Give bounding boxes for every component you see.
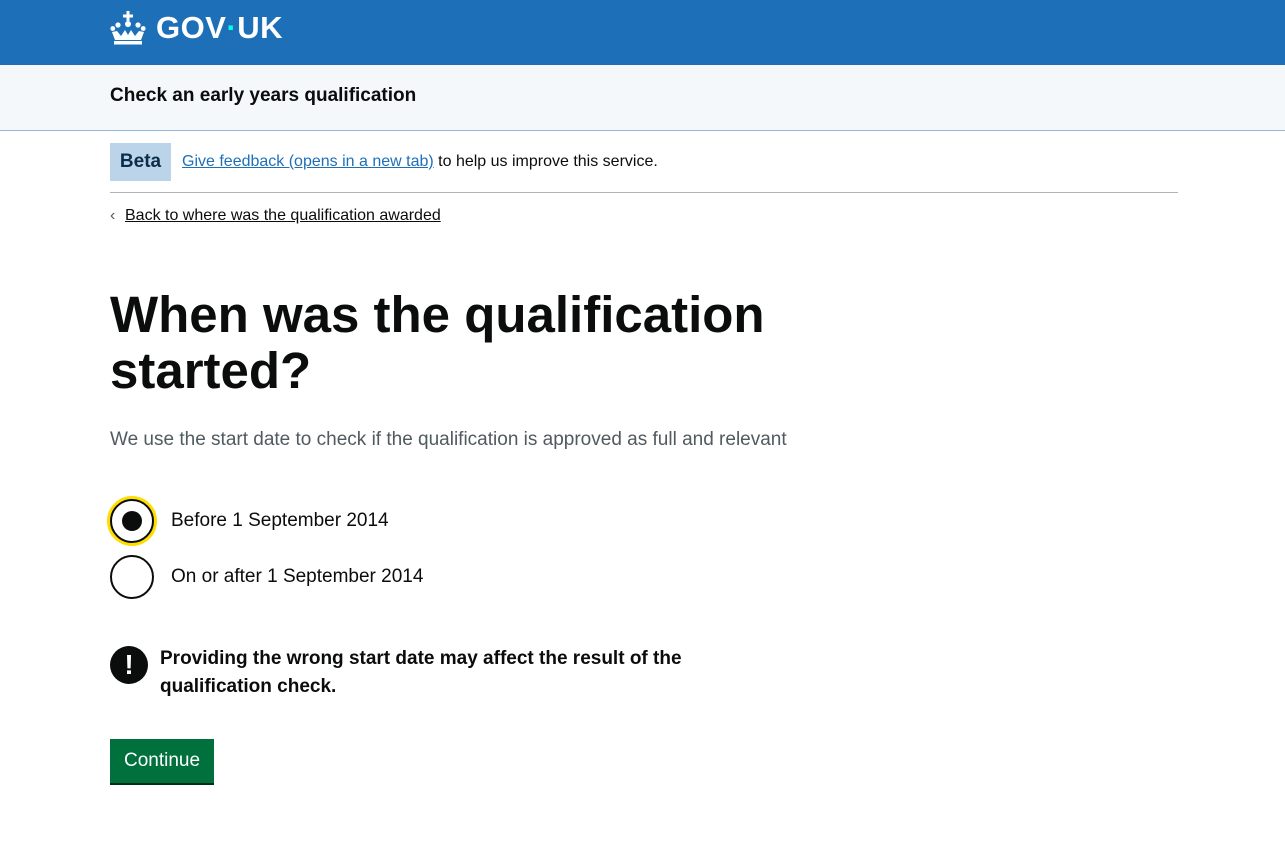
- logo-dot: ·: [226, 10, 238, 45]
- back-link-label: Back to where was the qualification awar…: [125, 207, 441, 224]
- govuk-logo-link[interactable]: GOV·UK: [110, 9, 283, 47]
- radio-label: Before 1 September 2014: [171, 510, 389, 531]
- radio-circle-selected[interactable]: [110, 499, 154, 543]
- govuk-logo-text: GOV·UK: [156, 10, 284, 45]
- exclamation-icon: !: [110, 646, 148, 684]
- warning-text: ! Providing the wrong start date may aff…: [110, 645, 750, 701]
- radio-label: On or after 1 September 2014: [171, 566, 424, 587]
- warning-message: Providing the wrong start date may affec…: [160, 648, 682, 697]
- question-hint: We use the start date to check if the qu…: [110, 429, 787, 450]
- radio-circle[interactable]: [110, 555, 154, 599]
- phase-banner: Beta Give feedback (opens in a new tab) …: [110, 143, 1178, 193]
- chevron-left-icon: ‹: [110, 207, 116, 224]
- phase-banner-text: Give feedback (opens in a new tab) to he…: [182, 152, 658, 172]
- phase-tag: Beta: [110, 143, 171, 181]
- service-name-link[interactable]: Check an early years qualification: [110, 85, 416, 107]
- phase-banner-suffix: to help us improve this service.: [433, 153, 658, 170]
- crown-icon: [110, 11, 146, 45]
- radio-before-2014[interactable]: Before 1 September 2014: [110, 499, 389, 543]
- feedback-link[interactable]: Give feedback (opens in a new tab): [182, 153, 434, 170]
- continue-button[interactable]: Continue: [110, 739, 215, 783]
- service-navigation: Check an early years qualification: [0, 65, 1285, 131]
- radio-after-2014[interactable]: On or after 1 September 2014: [110, 555, 423, 599]
- page-title: When was the qualification started?: [110, 286, 765, 399]
- govuk-header: GOV·UK: [0, 0, 1285, 65]
- back-link[interactable]: ‹ Back to where was the qualification aw…: [110, 207, 441, 225]
